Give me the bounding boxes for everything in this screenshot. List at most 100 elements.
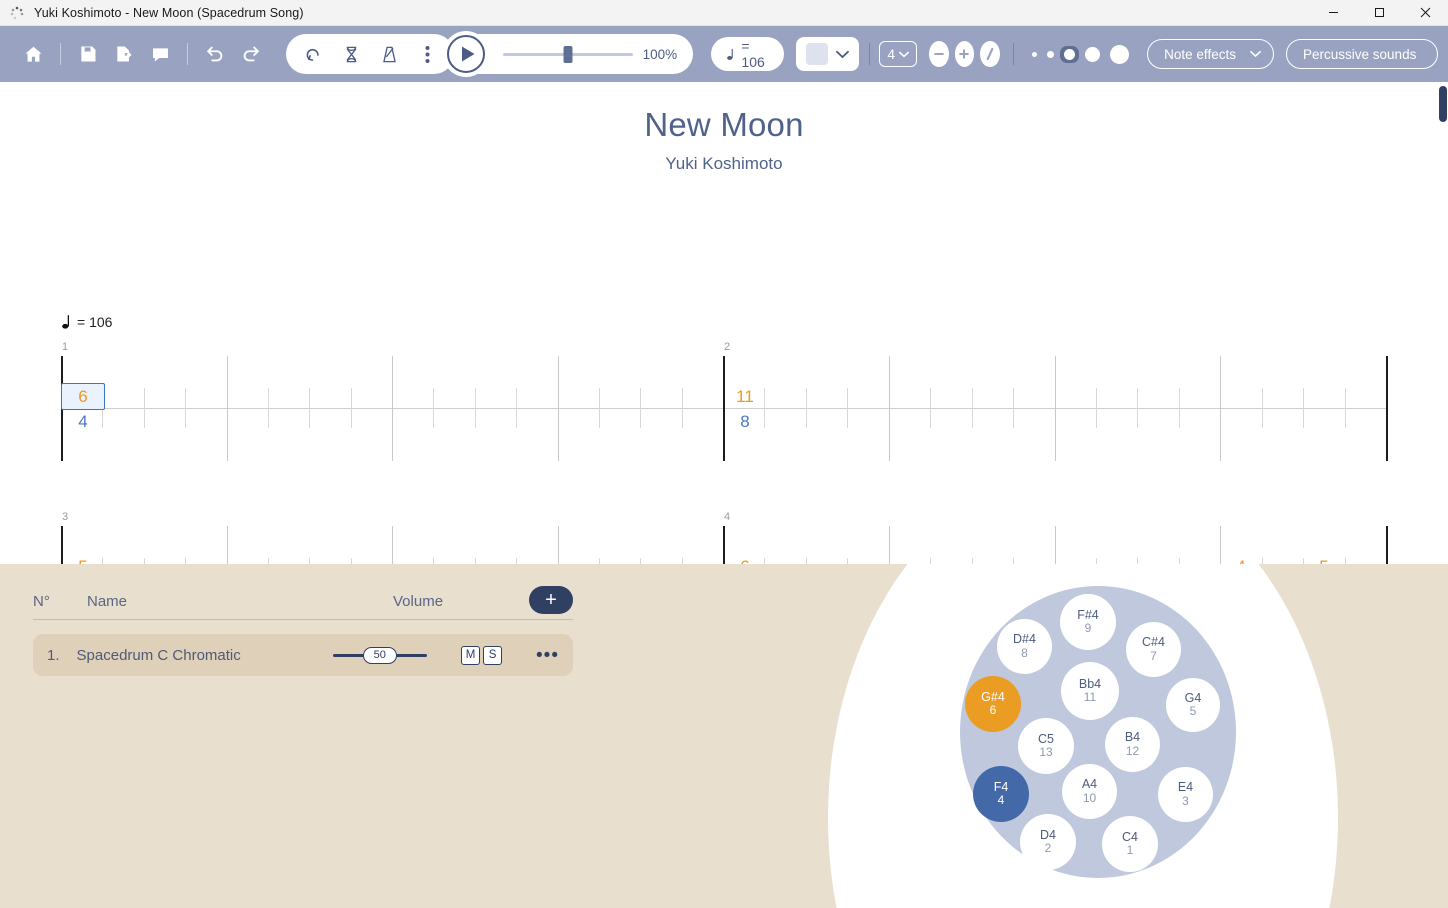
drum-pad-index: 8 <box>1021 645 1028 660</box>
increase-duration-button[interactable] <box>954 41 975 67</box>
decrease-duration-button[interactable] <box>929 41 949 67</box>
drum-pad[interactable]: G4 5 <box>1166 678 1220 732</box>
note-size-option-2[interactable] <box>1043 48 1058 61</box>
drum-pad-note: F#4 <box>1077 607 1099 622</box>
maximize-button[interactable] <box>1356 0 1402 26</box>
kebab-menu-icon[interactable] <box>410 37 444 71</box>
drum-pad[interactable]: F4 4 <box>973 766 1029 822</box>
note-effects-label: Note effects <box>1164 46 1236 62</box>
drum-pad[interactable]: C#4 7 <box>1126 622 1181 677</box>
vertical-scrollbar[interactable] <box>1439 86 1447 902</box>
subdivision-tick <box>1262 388 1263 428</box>
subdivision-tick <box>351 388 352 428</box>
play-button[interactable] <box>442 31 489 77</box>
volume-slider-knob[interactable]: 50 <box>362 646 397 664</box>
scrollbar-thumb[interactable] <box>1439 86 1447 122</box>
score-tempo-marking: = 106 <box>62 314 112 330</box>
note-size-option-3[interactable] <box>1059 45 1079 63</box>
beat-gridline <box>558 356 559 461</box>
quarter-note-icon <box>727 48 734 60</box>
note-upper-value[interactable]: 6 <box>62 388 104 405</box>
page-title: New Moon <box>644 106 804 143</box>
drum-wheel[interactable]: F#4 9 D#4 8 C#4 7 Bb4 11 G#4 6 G4 5 C5 13 B4 12 F4 4 A4 10 E… <box>960 586 1236 878</box>
subdivision-tick <box>640 388 641 428</box>
drum-pad-index: 10 <box>1082 790 1097 805</box>
drum-pad[interactable]: A4 10 <box>1062 764 1117 819</box>
subdivision-tick <box>972 388 973 428</box>
subdivision-tick <box>847 388 848 428</box>
instrument-color-select[interactable] <box>795 37 859 71</box>
drum-pad[interactable]: Bb4 11 <box>1061 662 1119 720</box>
note-upper-value[interactable]: 11 <box>724 388 766 405</box>
speed-slider-knob[interactable] <box>563 45 573 63</box>
drum-pad[interactable]: F#4 9 <box>1060 594 1116 650</box>
subdivision-tick <box>930 388 931 428</box>
track-options-button[interactable]: ••• <box>536 646 559 665</box>
toolbar-divider-3 <box>868 43 870 65</box>
note-size-option-5[interactable] <box>1106 42 1133 67</box>
solo-button[interactable]: S <box>483 645 503 665</box>
subdivision-tick <box>1137 388 1138 428</box>
toolbar-divider-4 <box>1012 43 1014 65</box>
measure-number: 1 <box>62 341 69 353</box>
tempo-control[interactable]: = 106 <box>711 37 784 71</box>
undo-icon[interactable] <box>198 37 232 71</box>
speed-slider[interactable] <box>502 45 633 63</box>
drum-pad[interactable]: D#4 8 <box>997 619 1052 674</box>
save-icon[interactable] <box>71 37 105 71</box>
comment-icon[interactable] <box>143 37 177 71</box>
add-track-button[interactable]: + <box>529 586 573 614</box>
metronome-icon[interactable] <box>372 37 406 71</box>
transport-group: 100% <box>442 31 694 77</box>
drum-pad-index: 4 <box>997 793 1005 808</box>
subdivision-tick <box>1096 388 1097 428</box>
drum-pad-index: 1 <box>1126 843 1134 858</box>
drum-pad-index: 3 <box>1182 793 1189 808</box>
drum-pad[interactable]: E4 3 <box>1158 767 1213 822</box>
drum-pad-index: 6 <box>989 703 997 718</box>
note-effects-dropdown[interactable]: Note effects <box>1147 39 1274 69</box>
home-icon[interactable] <box>16 37 50 71</box>
redo-icon[interactable] <box>234 37 268 71</box>
subdivision-tick <box>1179 388 1180 428</box>
drum-pad-index: 9 <box>1084 621 1092 636</box>
mute-button[interactable]: M <box>461 645 481 665</box>
drum-pad[interactable]: B4 12 <box>1105 717 1160 772</box>
note-size-option-4[interactable] <box>1081 44 1104 65</box>
beat-gridline <box>227 356 228 461</box>
subdivision-tick <box>268 388 269 428</box>
hourglass-icon[interactable] <box>334 37 368 71</box>
column-header-name: Name <box>87 593 128 610</box>
drum-pad-note: B4 <box>1124 730 1141 745</box>
percussive-sounds-dropdown[interactable]: Percussive sounds <box>1286 39 1439 69</box>
drum-pad[interactable]: G#4 6 <box>965 676 1021 732</box>
loop-icon[interactable] <box>296 37 330 71</box>
drum-pad[interactable]: D4 2 <box>1020 814 1076 870</box>
volume-slider[interactable]: 50 <box>332 645 428 665</box>
rest-slash-icon[interactable] <box>980 41 1000 67</box>
subdivision-tick <box>475 388 476 428</box>
note-lower-value[interactable]: 4 <box>62 413 104 430</box>
minimize-button[interactable] <box>1310 0 1356 26</box>
drum-pad[interactable]: C5 13 <box>1018 718 1074 774</box>
percussive-sounds-label: Percussive sounds <box>1303 46 1417 62</box>
drum-pad-note: C4 <box>1122 829 1138 844</box>
table-row[interactable]: 1. Spacedrum C Chromatic 50 M S ••• <box>33 634 573 676</box>
export-icon[interactable] <box>107 37 141 71</box>
main-toolbar: 100% = 106 4 Note effects Percussive sou… <box>0 26 1448 82</box>
drum-pad-index: 5 <box>1189 704 1197 719</box>
drum-pad[interactable]: C4 1 <box>1102 816 1158 872</box>
drum-pad-note: E4 <box>1177 780 1194 795</box>
close-button[interactable] <box>1402 0 1448 26</box>
subdivision-tick <box>516 388 517 428</box>
subdivision-select[interactable]: 4 <box>879 41 917 67</box>
drum-pad-note: A4 <box>1081 777 1098 792</box>
drum-pad-index: 13 <box>1039 745 1053 760</box>
score-tempo-value: = 106 <box>77 314 113 330</box>
speed-value: 100% <box>642 46 678 62</box>
subdivision-tick <box>1303 388 1304 428</box>
end-barline <box>1386 356 1388 461</box>
drum-pad-note: D#4 <box>1013 632 1036 647</box>
note-size-option-1[interactable] <box>1028 49 1041 60</box>
note-lower-value[interactable]: 8 <box>724 413 766 430</box>
